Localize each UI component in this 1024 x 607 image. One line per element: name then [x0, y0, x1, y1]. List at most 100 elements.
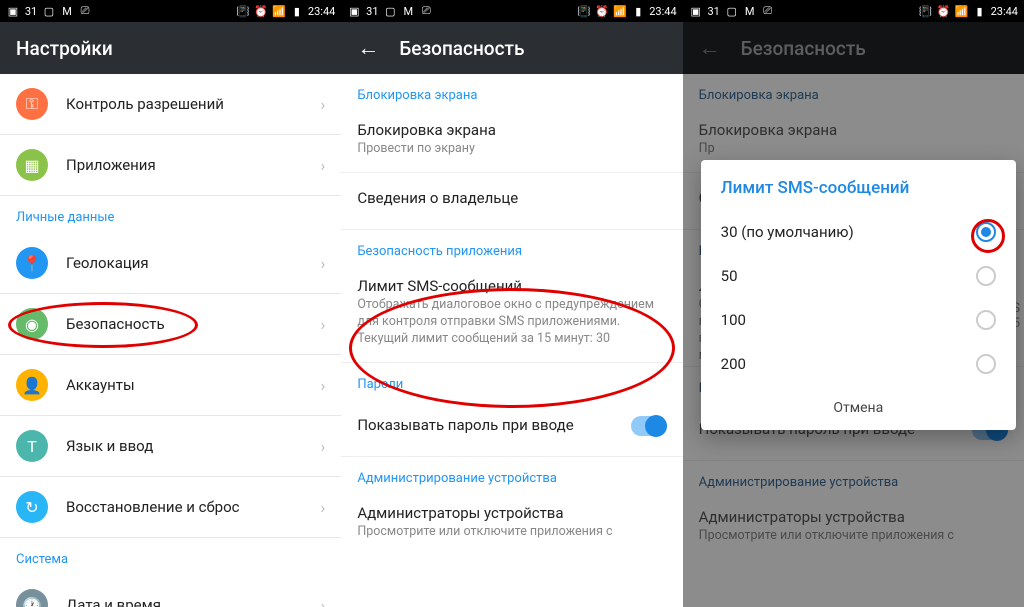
option-label: 200 [721, 355, 746, 373]
image-icon: ▢ [42, 4, 56, 18]
item-show-password[interactable]: Показывать пароль при вводе [341, 400, 682, 457]
pin-icon: 📍 [16, 247, 48, 279]
dialog-option-100[interactable]: 100 [701, 298, 1016, 342]
alarm-icon: ⏰ [937, 4, 951, 18]
item-sub: Просмотрите или отключите приложения с [357, 524, 666, 541]
sms-limit-dialog: Лимит SMS-сообщений 30 (по умолчанию) 50… [701, 160, 1016, 430]
toggle-switch[interactable] [631, 416, 667, 436]
mail-icon: M [401, 4, 415, 18]
item-title: Сведения о владельце [357, 183, 666, 213]
battery-icon: ▮ [973, 4, 987, 18]
status-time: 23:44 [308, 5, 335, 18]
item-location[interactable]: 📍 Геолокация › [0, 233, 341, 294]
item-permissions[interactable]: ⚿ Контроль разрешений › [0, 74, 341, 135]
item-apps[interactable]: ▦ Приложения › [0, 135, 341, 196]
item-owner-info[interactable]: Сведения о владельце [341, 173, 682, 230]
radio-icon[interactable] [976, 266, 996, 286]
wifi-icon: 📶 [955, 4, 969, 18]
status-bar: ▣ 31 ▢ M ⎚ 📳 ⏰ 📶 ▮ 23:44 [0, 0, 341, 22]
item-label: Геолокация [66, 254, 149, 272]
page-title: Настройки [16, 37, 113, 60]
alarm-icon: ⏰ [254, 4, 268, 18]
section-appsecurity: Безопасность приложения [341, 230, 682, 267]
item-sub: Отображать диалоговое окно с предупрежде… [357, 297, 666, 348]
radio-icon[interactable] [976, 354, 996, 374]
calendar-icon: 31 [707, 4, 721, 18]
section-device-admin: Администрирование устройства [341, 457, 682, 494]
wifi-icon: 📶 [272, 4, 286, 18]
chevron-right-icon: › [321, 156, 326, 175]
battery-icon: ▮ [631, 4, 645, 18]
vibrate-icon: 📳 [236, 4, 250, 18]
settings-panel: ▣ 31 ▢ M ⎚ 📳 ⏰ 📶 ▮ 23:44 Настройки ⚿ Кон… [0, 0, 341, 607]
notif-icon: ▣ [347, 4, 361, 18]
security-panel: ▣ 31 ▢ M ⎚ 📳 ⏰ 📶 ▮ 23:44 ← Безопасность … [341, 0, 682, 607]
status-bar: ▣ 31 ▢ M ⎚ 📳 ⏰ 📶 ▮ 23:44 [683, 0, 1024, 22]
item-device-admins[interactable]: Администраторы устройства Просмотрите ил… [341, 494, 682, 555]
dialog-option-50[interactable]: 50 [701, 254, 1016, 298]
item-accounts[interactable]: 👤 Аккаунты › [0, 355, 341, 416]
chevron-right-icon: › [321, 315, 326, 334]
page-title: Безопасность [399, 37, 524, 60]
store-icon: ⎚ [761, 4, 775, 18]
item-language[interactable]: T Язык и ввод › [0, 416, 341, 477]
item-security[interactable]: ◉ Безопасность › [0, 294, 341, 355]
security-dialog-panel: ▣ 31 ▢ M ⎚ 📳 ⏰ 📶 ▮ 23:44 ← Безопасность … [683, 0, 1024, 607]
item-sub: Провести по экрану [357, 141, 666, 158]
option-label: 50 [721, 267, 738, 285]
item-label: Контроль разрешений [66, 95, 224, 113]
store-icon: ⎚ [78, 4, 92, 18]
option-label: 100 [721, 311, 746, 329]
radio-icon[interactable] [976, 310, 996, 330]
alarm-icon: ⏰ [595, 4, 609, 18]
chevron-right-icon: › [321, 498, 326, 517]
battery-icon: ▮ [290, 4, 304, 18]
vibrate-icon: 📳 [919, 4, 933, 18]
item-backup[interactable]: ↻ Восстановление и сброс › [0, 477, 341, 538]
notif-icon: ▣ [6, 4, 20, 18]
option-label: 30 (по умолчанию) [721, 223, 854, 241]
header: Настройки [0, 22, 341, 74]
notif-icon: ▣ [689, 4, 703, 18]
item-screenlock[interactable]: Блокировка экрана Провести по экрану [341, 111, 682, 173]
back-arrow-icon[interactable]: ← [357, 35, 379, 61]
apps-icon: ▦ [16, 149, 48, 181]
store-icon: ⎚ [419, 4, 433, 18]
mail-icon: M [743, 4, 757, 18]
item-label: Приложения [66, 156, 156, 174]
image-icon: ▢ [725, 4, 739, 18]
dialog-title: Лимит SMS-сообщений [701, 178, 1016, 210]
chevron-right-icon: › [321, 95, 326, 114]
radio-icon[interactable] [976, 222, 996, 242]
key-icon: ⚿ [16, 88, 48, 120]
wifi-icon: 📶 [613, 4, 627, 18]
shield-icon: ◉ [16, 308, 48, 340]
clock-icon: 🕐 [16, 589, 48, 607]
status-time: 23:44 [649, 5, 676, 18]
chevron-right-icon: › [321, 254, 326, 273]
header: ← Безопасность [341, 22, 682, 74]
image-icon: ▢ [383, 4, 397, 18]
chevron-right-icon: › [321, 437, 326, 456]
item-sms-limit[interactable]: Лимит SMS-сообщений Отображать диалогово… [341, 267, 682, 363]
restore-icon: ↻ [16, 491, 48, 523]
chevron-right-icon: › [321, 376, 326, 395]
item-title: Блокировка экрана [357, 121, 666, 139]
dialog-option-200[interactable]: 200 [701, 342, 1016, 386]
dialog-cancel-button[interactable]: Отмена [701, 386, 1016, 430]
item-title: Показывать пароль при вводе [357, 410, 573, 440]
section-screenlock: Блокировка экрана [341, 74, 682, 111]
calendar-icon: 31 [365, 4, 379, 18]
status-time: 23:44 [991, 5, 1018, 18]
user-icon: 👤 [16, 369, 48, 401]
chevron-right-icon: › [321, 596, 326, 607]
item-title: Лимит SMS-сообщений [357, 277, 666, 295]
item-label: Восстановление и сброс [66, 498, 239, 516]
item-label: Аккаунты [66, 376, 135, 394]
item-title: Администраторы устройства [357, 504, 666, 522]
calendar-icon: 31 [24, 4, 38, 18]
dialog-option-30[interactable]: 30 (по умолчанию) [701, 210, 1016, 254]
item-label: Язык и ввод [66, 437, 153, 455]
mail-icon: M [60, 4, 74, 18]
item-datetime[interactable]: 🕐 Дата и время › [0, 575, 341, 607]
